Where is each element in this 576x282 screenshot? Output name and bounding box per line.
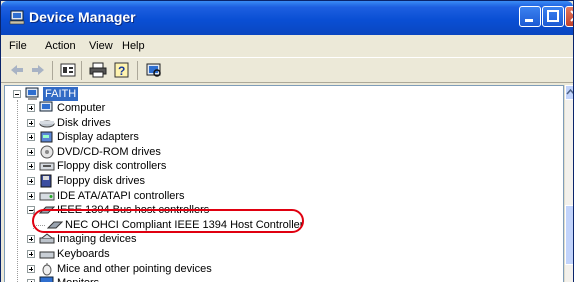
window-title: Device Manager [29,9,136,25]
tree-item-label: Imaging devices [57,233,137,245]
device-manager-icon [9,10,25,25]
tree-item-label: Keyboards [57,248,110,260]
tree-item-label: IDE ATA/ATAPI controllers [57,190,185,202]
computer-root-icon [25,87,39,100]
device-tree[interactable]: FAITH Computer Disk drives Display adapter… [4,85,564,282]
menu-view[interactable]: View [89,40,113,52]
scan-hardware-icon[interactable] [145,62,163,78]
minimize-button[interactable] [519,6,541,27]
expand-toggle[interactable] [27,235,35,243]
tree-item-label: Mice and other pointing devices [57,263,212,275]
chevron-up-icon [566,88,573,95]
toolbar: ? [1,57,573,83]
tree-guide-line [17,100,18,282]
expand-toggle[interactable] [27,162,35,170]
tree-item-label: Floppy disk drives [57,175,146,187]
tree-item-label: Disk drives [57,117,111,129]
floppy-drive-icon [40,174,52,188]
floppy-controller-icon [39,162,55,171]
menu-help[interactable]: Help [122,40,145,52]
root-label: FAITH [43,87,79,101]
expand-toggle[interactable] [27,148,35,156]
expand-toggle[interactable] [27,119,35,127]
vertical-scrollbar[interactable] [564,85,573,282]
imaging-device-icon [39,233,55,244]
tree-item-label: DVD/CD-ROM drives [57,146,161,158]
keyboard-icon [39,251,55,259]
tree-item-label: IEEE 1394 Bus host controllers [57,204,210,216]
mouse-icon [42,263,52,276]
forward-arrow-icon[interactable] [29,62,47,78]
expand-toggle[interactable] [27,250,35,258]
ieee1394-icon [39,206,55,214]
toolbar-separator [52,61,53,80]
monitor-icon [39,276,54,282]
tree-item-label: Display adapters [57,131,139,143]
close-button[interactable] [565,6,573,27]
collapse-toggle[interactable] [13,90,21,98]
ieee1394-device-icon [47,221,63,229]
properties-icon[interactable] [59,62,77,78]
device-manager-window: Device Manager File Action View Help ? F… [0,0,574,282]
disk-drive-icon [39,120,55,128]
computer-icon [39,101,53,112]
menu-bar: File Action View Help [1,35,573,56]
toolbar-separator [137,61,138,80]
close-icon [570,10,573,22]
scroll-up-button[interactable] [565,85,573,100]
expand-toggle[interactable] [27,265,35,273]
print-icon[interactable] [89,62,107,78]
menu-action[interactable]: Action [45,40,76,52]
toolbar-separator [81,61,82,80]
tree-item-label: NEC OHCI Compliant IEEE 1394 Host Contro… [65,219,304,231]
svg-text:?: ? [118,64,125,78]
title-bar[interactable]: Device Manager [1,1,573,35]
expand-toggle[interactable] [27,192,35,200]
expand-toggle[interactable] [27,177,35,185]
dvd-drive-icon [40,145,54,159]
expand-toggle[interactable] [27,104,35,112]
minimize-icon [525,19,533,22]
tree-item-label: Monitors [57,276,99,282]
help-icon[interactable]: ? [113,62,131,78]
menu-file[interactable]: File [9,40,27,52]
scroll-thumb[interactable] [565,205,573,265]
expand-toggle[interactable] [27,133,35,141]
tree-guide-line [33,225,45,226]
maximize-button[interactable] [542,6,564,27]
maximize-icon [547,10,559,22]
display-adapter-icon [40,131,53,143]
tree-item-label: Computer [57,102,106,114]
back-arrow-icon[interactable] [8,62,26,78]
ide-controller-icon [39,192,55,201]
tree-guide-line [33,209,34,229]
tree-item-label: Floppy disk controllers [57,160,167,172]
